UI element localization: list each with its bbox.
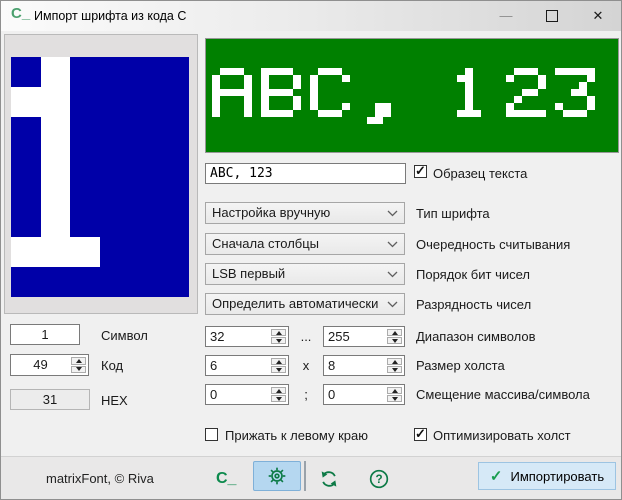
font-type-label: Тип шрифта xyxy=(416,206,490,221)
app-logo-icon: C_ xyxy=(216,457,236,500)
import-button-label: Импортировать xyxy=(510,469,604,484)
bit-depth-combobox[interactable]: Определить автоматически xyxy=(205,293,405,315)
statusbar: matrixFont, © Riva C_ xyxy=(1,456,621,500)
spin-down-icon[interactable] xyxy=(71,366,86,374)
sample-text-checkbox-label: Образец текста xyxy=(433,166,527,181)
offset-separator: ; xyxy=(289,387,323,402)
sample-text-input[interactable] xyxy=(205,163,406,184)
code-spin-buttons[interactable] xyxy=(71,357,86,373)
code-spinner[interactable]: 49 xyxy=(10,354,89,376)
read-order-combobox[interactable]: Сначала столбцы xyxy=(205,233,405,255)
bit-order-label: Порядок бит чисел xyxy=(416,267,530,282)
checkmark-icon: ✓ xyxy=(490,467,503,485)
symbol-label: Символ xyxy=(101,328,148,343)
optimize-canvas-label: Оптимизировать холст xyxy=(433,428,571,443)
range-separator: ... xyxy=(289,329,323,344)
app-logo-icon: C_ xyxy=(11,5,30,22)
spin-down-icon[interactable] xyxy=(271,395,286,402)
spin-up-icon[interactable] xyxy=(387,329,402,336)
size-separator: x xyxy=(289,358,323,373)
maximize-button[interactable] xyxy=(529,1,575,31)
canvas-height-spinner[interactable]: 8 xyxy=(323,355,405,376)
symbol-offset-spinner[interactable]: 0 xyxy=(323,384,405,405)
svg-text:?: ? xyxy=(375,473,382,486)
sample-text-checkbox[interactable]: ✓ xyxy=(414,165,427,178)
align-left-label: Прижать к левому краю xyxy=(225,428,368,443)
read-order-label: Очередность считывания xyxy=(416,237,570,252)
optimize-canvas-checkbox[interactable]: ✓ xyxy=(414,428,427,441)
offset-label: Смещение массива/символа xyxy=(416,387,590,402)
char-range-from-spinner[interactable]: 32 xyxy=(205,326,289,347)
glyph-editor-panel xyxy=(4,34,198,314)
app-credit: matrixFont, © Riva xyxy=(46,457,154,500)
font-preview xyxy=(205,38,619,153)
spin-up-icon[interactable] xyxy=(271,387,286,394)
canvas-width-spinner[interactable]: 6 xyxy=(205,355,289,376)
gear-icon xyxy=(267,466,287,486)
char-range-label: Диапазон символов xyxy=(416,329,536,344)
close-button[interactable]: ✕ xyxy=(575,1,621,31)
chevron-down-icon xyxy=(387,210,398,217)
refresh-icon[interactable] xyxy=(319,469,339,489)
chevron-down-icon xyxy=(387,271,398,278)
hex-label: HEX xyxy=(101,393,128,408)
array-offset-spinner[interactable]: 0 xyxy=(205,384,289,405)
char-range-to-spinner[interactable]: 255 xyxy=(323,326,405,347)
spin-down-icon[interactable] xyxy=(271,366,286,373)
minimize-button[interactable]: — xyxy=(483,1,529,31)
bit-order-combobox[interactable]: LSB первый xyxy=(205,263,405,285)
align-left-checkbox[interactable]: ✓ xyxy=(205,428,218,441)
font-type-combobox[interactable]: Настройка вручную xyxy=(205,202,405,224)
code-label: Код xyxy=(101,358,123,373)
window-title: Импорт шрифта из кода C xyxy=(34,1,186,31)
import-font-dialog: C_ Импорт шрифта из кода C — ✕ 1 Символ … xyxy=(0,0,622,500)
spin-up-icon[interactable] xyxy=(271,329,286,336)
maximize-icon xyxy=(546,10,558,22)
bit-depth-label: Разрядность чисел xyxy=(416,297,531,312)
chevron-down-icon xyxy=(387,241,398,248)
spin-up-icon[interactable] xyxy=(387,358,402,365)
glyph-editor-canvas[interactable] xyxy=(11,57,189,297)
help-icon[interactable]: ? xyxy=(369,469,389,489)
chevron-down-icon xyxy=(387,301,398,308)
import-button[interactable]: ✓ Импортировать xyxy=(478,462,616,490)
hex-field: 31 xyxy=(10,389,90,410)
settings-button[interactable] xyxy=(253,461,301,491)
symbol-field[interactable]: 1 xyxy=(10,324,80,345)
spin-down-icon[interactable] xyxy=(387,337,402,344)
checkmark-icon: ✓ xyxy=(415,163,426,179)
spin-down-icon[interactable] xyxy=(387,366,402,373)
checkmark-icon: ✓ xyxy=(415,426,426,442)
spin-up-icon[interactable] xyxy=(387,387,402,394)
canvas-size-label: Размер холста xyxy=(416,358,505,373)
spin-down-icon[interactable] xyxy=(387,395,402,402)
spin-down-icon[interactable] xyxy=(271,337,286,344)
spin-up-icon[interactable] xyxy=(71,357,86,365)
spin-up-icon[interactable] xyxy=(271,358,286,365)
toolbar-separator xyxy=(304,461,306,491)
titlebar: C_ Импорт шрифта из кода C — ✕ xyxy=(1,1,621,31)
